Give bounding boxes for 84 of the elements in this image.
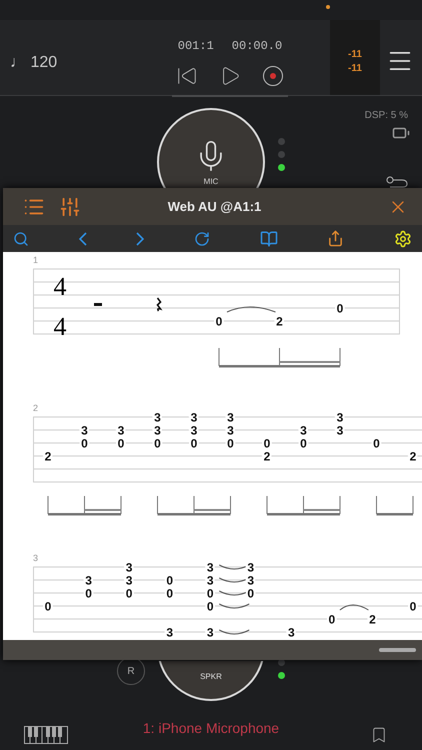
search-icon bbox=[13, 230, 29, 246]
fret-number: 3 bbox=[81, 424, 88, 438]
fret-number: 2 bbox=[276, 314, 283, 328]
fret-number: 2 bbox=[410, 450, 416, 464]
fret-number: 3 bbox=[227, 424, 234, 438]
fret-number: 0 bbox=[81, 436, 88, 450]
share-icon bbox=[327, 230, 344, 247]
fret-number: 3 bbox=[206, 626, 214, 640]
speaker-output-button[interactable]: SPKR bbox=[157, 661, 265, 701]
fret-number: 3 bbox=[206, 560, 214, 574]
fret-number: 0 bbox=[85, 586, 92, 600]
fret-number: 3 bbox=[154, 410, 161, 424]
measure-number: 3 bbox=[33, 553, 38, 563]
chevron-left-icon bbox=[78, 232, 87, 246]
meter-reading: -11 bbox=[348, 63, 362, 74]
fret-number: 0 bbox=[264, 436, 270, 450]
tempo[interactable]: ♩ 120 bbox=[0, 54, 130, 72]
fret-number: 3 bbox=[85, 574, 92, 588]
fret-number: 3 bbox=[126, 560, 132, 574]
fret-number: 0 bbox=[126, 586, 132, 600]
status-dot-icon bbox=[326, 5, 330, 9]
fret-number: 0 bbox=[206, 600, 214, 614]
fret-number: 3 bbox=[247, 574, 254, 588]
back-button[interactable] bbox=[78, 232, 87, 246]
sliders-icon bbox=[59, 196, 81, 218]
fret-number: 3 bbox=[190, 410, 198, 424]
dsp-load: DSP: 5 % bbox=[364, 110, 408, 121]
fret-number: 2 bbox=[264, 450, 270, 464]
fret-number: 2 bbox=[44, 450, 52, 464]
measure-number: 2 bbox=[33, 403, 38, 413]
fret-number: 0 bbox=[373, 436, 380, 450]
window-title: Web AU @A1:1 bbox=[166, 199, 262, 214]
piano-keyboard-icon[interactable] bbox=[24, 726, 68, 744]
time-signature-bottom: 4 bbox=[54, 312, 66, 341]
settings-button[interactable] bbox=[394, 230, 412, 248]
fret-number: 3 bbox=[154, 424, 161, 438]
beam-drawing bbox=[376, 496, 414, 516]
fret-number: 3 bbox=[336, 410, 344, 424]
fret-number: 3 bbox=[118, 424, 124, 438]
cable-icon[interactable] bbox=[386, 176, 408, 188]
mic-input-button[interactable]: MIC bbox=[157, 108, 265, 188]
scroll-handle[interactable] bbox=[379, 648, 416, 652]
fret-number: 3 bbox=[336, 424, 344, 438]
quarter-rest-icon bbox=[156, 298, 162, 312]
fret-number: 0 bbox=[190, 436, 198, 450]
fret-number: 0 bbox=[118, 436, 124, 450]
bookmarks-button[interactable] bbox=[260, 230, 278, 248]
fret-number: 3 bbox=[206, 574, 214, 588]
forward-button[interactable] bbox=[136, 232, 144, 246]
skip-back-icon bbox=[176, 65, 198, 87]
mixer-button[interactable] bbox=[59, 196, 81, 218]
settings-icon bbox=[394, 230, 412, 248]
reload-button[interactable] bbox=[194, 230, 210, 246]
fret-number: 0 bbox=[336, 302, 344, 316]
book-icon bbox=[260, 230, 278, 248]
reload-icon bbox=[194, 230, 210, 246]
bar-position: 001:1 bbox=[178, 39, 214, 53]
chevron-right-icon bbox=[136, 232, 144, 246]
fret-number: 3 bbox=[190, 424, 198, 438]
fret-number: 0 bbox=[328, 612, 336, 626]
fret-number: 3 bbox=[288, 626, 295, 640]
fret-number: 0 bbox=[227, 436, 234, 450]
fret-number: 0 bbox=[247, 586, 254, 600]
fret-number: 3 bbox=[247, 560, 254, 574]
fret-number: 0 bbox=[166, 574, 173, 588]
fret-number: 0 bbox=[44, 600, 52, 614]
measure-number: 1 bbox=[33, 255, 38, 265]
fret-number: 3 bbox=[126, 574, 132, 588]
fret-number: 0 bbox=[166, 586, 173, 600]
fret-number: 2 bbox=[369, 612, 376, 626]
fret-number: 3 bbox=[227, 410, 234, 424]
search-button[interactable] bbox=[13, 230, 29, 246]
share-button[interactable] bbox=[327, 230, 344, 247]
fret-number: 3 bbox=[300, 424, 307, 438]
time-signature-top: 4 bbox=[54, 272, 66, 301]
fret-number: 0 bbox=[154, 436, 161, 450]
fret-number: 3 bbox=[166, 626, 173, 640]
half-rest-icon bbox=[94, 303, 102, 306]
fret-number: 0 bbox=[300, 436, 307, 450]
meter-reading: -11 bbox=[348, 49, 362, 60]
fret-number: 0 bbox=[410, 600, 416, 614]
fret-number: 0 bbox=[206, 586, 214, 600]
time-counter: 00:00.0 bbox=[232, 39, 282, 53]
fret-number: 0 bbox=[216, 314, 222, 328]
